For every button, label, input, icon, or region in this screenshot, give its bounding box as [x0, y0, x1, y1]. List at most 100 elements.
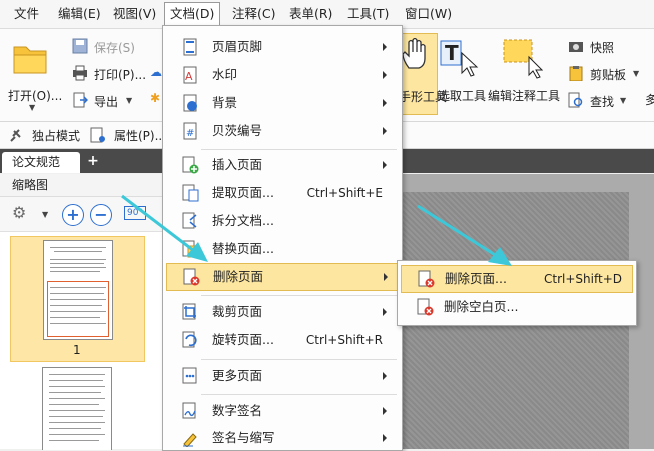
menu-item-background[interactable]: 背景: [166, 90, 399, 116]
rotate-page-icon: [182, 331, 197, 348]
chevron-right-icon: [383, 308, 387, 316]
properties-button[interactable]: 属性(P)...: [114, 127, 166, 144]
menu-item-insert-page[interactable]: 插入页面: [166, 152, 399, 178]
find-icon: [568, 92, 583, 108]
svg-text:#: #: [186, 128, 194, 139]
save-icon: [72, 38, 88, 54]
export-icon: [73, 92, 88, 108]
clipboard-button[interactable]: 剪贴板: [590, 66, 626, 83]
menu-document[interactable]: 文档(D): [164, 2, 221, 25]
zoom-in-button[interactable]: +: [62, 204, 84, 226]
menu-item-replace-page[interactable]: 替换页面...: [166, 236, 399, 262]
digital-signature-icon: [182, 402, 196, 419]
menu-item-extract-page[interactable]: 提取页面... Ctrl+Shift+E: [166, 180, 399, 206]
chevron-right-icon: [383, 161, 387, 169]
find-button[interactable]: 查找: [590, 93, 614, 110]
header-footer-icon: [183, 38, 197, 56]
export-button[interactable]: 导出: [94, 93, 118, 110]
add-tab-button[interactable]: +: [86, 154, 100, 168]
chevron-right-icon: [383, 407, 387, 415]
watermark-icon: A: [183, 66, 197, 84]
menu-item-split-document[interactable]: 拆分文档...: [166, 208, 399, 234]
menu-item-header-footer[interactable]: 页眉页脚: [166, 34, 399, 60]
chevron-right-icon: [383, 71, 387, 79]
svg-text:A: A: [185, 70, 193, 83]
save-button[interactable]: 保存(S): [94, 39, 135, 56]
menu-form[interactable]: 表单(R): [287, 4, 334, 24]
chevron-down-icon: ▼: [620, 96, 627, 105]
edit-annotation-button[interactable]: 编辑注释工具: [487, 33, 563, 113]
menu-item-delete-page[interactable]: 删除页面: [166, 263, 401, 291]
chevron-down-icon: ▼: [126, 96, 133, 105]
replace-page-icon: [182, 240, 199, 258]
chevron-down-icon: ▼: [29, 103, 36, 112]
rotate-button[interactable]: 90°: [124, 206, 146, 220]
hand-icon: [402, 38, 426, 69]
chevron-right-icon: [383, 99, 387, 107]
chevron-right-icon: [383, 43, 387, 51]
zoom-out-button[interactable]: −: [90, 204, 112, 226]
delete-page-submenu: 删除页面... Ctrl+Shift+D 删除空白页...: [397, 260, 637, 326]
background-icon: [183, 94, 197, 112]
select-text-button[interactable]: T 选取工具: [438, 33, 487, 113]
submenu-item-delete-pages[interactable]: 删除页面... Ctrl+Shift+D: [401, 265, 633, 293]
svg-text:T: T: [445, 41, 459, 65]
snapshot-button[interactable]: 快照: [590, 39, 614, 56]
menu-item-sign-initial[interactable]: 签名与缩写: [166, 425, 399, 451]
open-button[interactable]: 打开(O)... ▼: [4, 33, 62, 113]
bates-number-icon: #: [183, 122, 197, 140]
select-text-icon: T: [440, 40, 479, 77]
menu-tools[interactable]: 工具(T): [345, 4, 391, 24]
menu-separator: [201, 149, 397, 150]
crop-icon: [182, 303, 196, 320]
chevron-down-icon[interactable]: ▼: [42, 210, 48, 219]
gear-icon[interactable]: ⚙: [12, 203, 26, 222]
print-button[interactable]: 打印(P)...: [94, 66, 146, 83]
document-menu: 页眉页脚 A 水印 背景 # 贝茨编号 插入页面 提取页面... Ctrl+Sh…: [162, 25, 403, 451]
more-button[interactable]: 多: [645, 91, 654, 108]
menu-item-crop-page[interactable]: 裁剪页面: [166, 299, 399, 325]
menu-window[interactable]: 窗口(W): [403, 4, 454, 24]
extract-page-icon: [182, 184, 199, 202]
menu-comment[interactable]: 注释(C): [230, 4, 277, 24]
menu-view[interactable]: 视图(V): [111, 4, 158, 24]
delete-blank-page-icon: [417, 298, 434, 316]
open-label: 打开(O)...: [8, 89, 63, 103]
camera-icon: [569, 42, 583, 52]
menu-item-digital-signature[interactable]: 数字签名: [166, 398, 399, 424]
clipboard-icon: [569, 66, 583, 81]
menu-item-more-pages[interactable]: 更多页面: [166, 363, 399, 389]
chevron-right-icon: [383, 372, 387, 380]
menu-item-bates-numbering[interactable]: # 贝茨编号: [166, 118, 399, 144]
more-pages-icon: [182, 367, 197, 384]
printer-icon: [73, 65, 87, 81]
pen-icon: [183, 433, 197, 447]
properties-icon: [90, 127, 105, 143]
chevron-right-icon: [384, 273, 388, 281]
thumbnail-page-1[interactable]: 1: [10, 236, 145, 362]
insert-page-icon: [182, 156, 199, 174]
submenu-item-delete-blank-pages[interactable]: 删除空白页...: [401, 294, 631, 320]
thumbnail-panel-title: 缩略图: [0, 174, 163, 197]
chevron-right-icon: [383, 127, 387, 135]
chevron-right-icon: [383, 434, 387, 442]
menu-separator: [201, 295, 397, 296]
star-icon: ✱: [150, 91, 161, 105]
chevron-down-icon: ▼: [633, 69, 640, 78]
cloud-icon: ☁: [150, 65, 162, 79]
menu-file[interactable]: 文件: [12, 4, 41, 24]
page-preview: [43, 240, 113, 340]
delete-page-icon: [418, 270, 435, 288]
select-text-label: 选取工具: [438, 89, 487, 103]
delete-page-icon: [183, 268, 200, 286]
menu-edit[interactable]: 编辑(E): [56, 4, 103, 24]
menu-item-watermark[interactable]: A 水印: [166, 62, 399, 88]
selection-frame: [47, 281, 109, 337]
thumbnail-page-2[interactable]: [42, 367, 112, 450]
tab-document[interactable]: 论文规范: [2, 152, 80, 173]
exclusive-mode-button[interactable]: 独占模式: [32, 127, 80, 144]
thumbnail-panel: 缩略图 ⚙ ▼ + − 90° 1: [0, 174, 164, 450]
menu-item-rotate-page[interactable]: 旋转页面... Ctrl+Shift+R: [166, 327, 399, 353]
menu-separator: [201, 394, 397, 395]
edit-annotation-icon: [503, 39, 543, 79]
